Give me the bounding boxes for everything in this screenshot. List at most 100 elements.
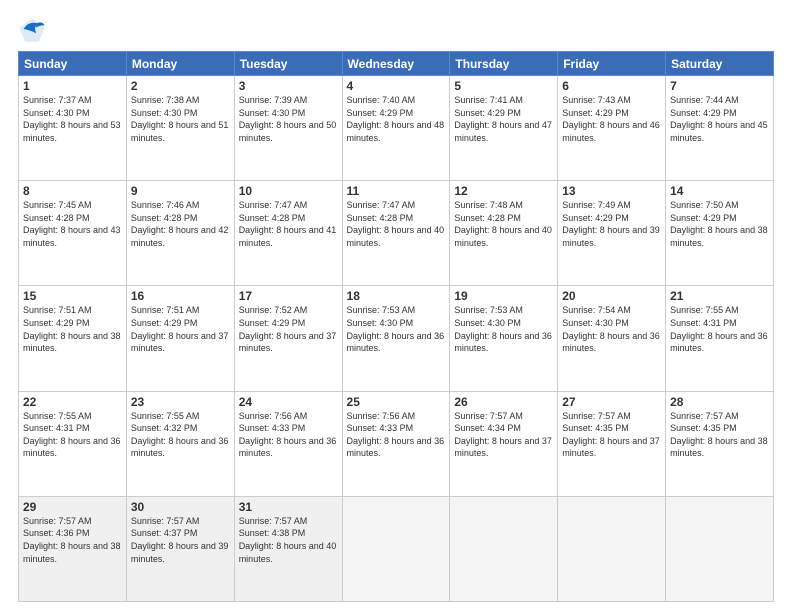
day-info: Sunrise: 7:53 AMSunset: 4:30 PMDaylight:…	[347, 304, 446, 354]
day-number: 17	[239, 289, 338, 303]
calendar-cell: 31Sunrise: 7:57 AMSunset: 4:38 PMDayligh…	[234, 496, 342, 601]
header	[18, 15, 774, 43]
day-number: 2	[131, 79, 230, 93]
calendar-week-row: 1Sunrise: 7:37 AMSunset: 4:30 PMDaylight…	[19, 76, 774, 181]
day-info: Sunrise: 7:57 AMSunset: 4:38 PMDaylight:…	[239, 515, 338, 565]
day-info: Sunrise: 7:45 AMSunset: 4:28 PMDaylight:…	[23, 199, 122, 249]
calendar-cell: 4Sunrise: 7:40 AMSunset: 4:29 PMDaylight…	[342, 76, 450, 181]
day-info: Sunrise: 7:39 AMSunset: 4:30 PMDaylight:…	[239, 94, 338, 144]
calendar-table: SundayMondayTuesdayWednesdayThursdayFrid…	[18, 51, 774, 602]
day-info: Sunrise: 7:57 AMSunset: 4:37 PMDaylight:…	[131, 515, 230, 565]
day-info: Sunrise: 7:41 AMSunset: 4:29 PMDaylight:…	[454, 94, 553, 144]
weekday-header: Sunday	[19, 52, 127, 76]
day-info: Sunrise: 7:40 AMSunset: 4:29 PMDaylight:…	[347, 94, 446, 144]
calendar-cell: 12Sunrise: 7:48 AMSunset: 4:28 PMDayligh…	[450, 181, 558, 286]
calendar-cell: 22Sunrise: 7:55 AMSunset: 4:31 PMDayligh…	[19, 391, 127, 496]
day-number: 24	[239, 395, 338, 409]
calendar-cell: 18Sunrise: 7:53 AMSunset: 4:30 PMDayligh…	[342, 286, 450, 391]
calendar-cell: 27Sunrise: 7:57 AMSunset: 4:35 PMDayligh…	[558, 391, 666, 496]
day-number: 19	[454, 289, 553, 303]
day-number: 16	[131, 289, 230, 303]
day-info: Sunrise: 7:52 AMSunset: 4:29 PMDaylight:…	[239, 304, 338, 354]
day-number: 3	[239, 79, 338, 93]
weekday-header: Wednesday	[342, 52, 450, 76]
day-info: Sunrise: 7:38 AMSunset: 4:30 PMDaylight:…	[131, 94, 230, 144]
calendar-cell: 28Sunrise: 7:57 AMSunset: 4:35 PMDayligh…	[666, 391, 774, 496]
day-number: 20	[562, 289, 661, 303]
calendar-cell	[342, 496, 450, 601]
day-info: Sunrise: 7:54 AMSunset: 4:30 PMDaylight:…	[562, 304, 661, 354]
calendar-cell: 16Sunrise: 7:51 AMSunset: 4:29 PMDayligh…	[126, 286, 234, 391]
day-number: 31	[239, 500, 338, 514]
day-number: 28	[670, 395, 769, 409]
day-number: 5	[454, 79, 553, 93]
day-info: Sunrise: 7:57 AMSunset: 4:35 PMDaylight:…	[562, 410, 661, 460]
day-info: Sunrise: 7:57 AMSunset: 4:35 PMDaylight:…	[670, 410, 769, 460]
calendar-cell	[666, 496, 774, 601]
calendar-cell: 25Sunrise: 7:56 AMSunset: 4:33 PMDayligh…	[342, 391, 450, 496]
day-number: 22	[23, 395, 122, 409]
calendar-cell: 11Sunrise: 7:47 AMSunset: 4:28 PMDayligh…	[342, 181, 450, 286]
calendar-cell: 17Sunrise: 7:52 AMSunset: 4:29 PMDayligh…	[234, 286, 342, 391]
day-number: 21	[670, 289, 769, 303]
calendar-cell: 9Sunrise: 7:46 AMSunset: 4:28 PMDaylight…	[126, 181, 234, 286]
logo	[18, 15, 50, 43]
page: SundayMondayTuesdayWednesdayThursdayFrid…	[0, 0, 792, 612]
calendar-cell: 14Sunrise: 7:50 AMSunset: 4:29 PMDayligh…	[666, 181, 774, 286]
calendar-cell: 30Sunrise: 7:57 AMSunset: 4:37 PMDayligh…	[126, 496, 234, 601]
calendar-cell: 2Sunrise: 7:38 AMSunset: 4:30 PMDaylight…	[126, 76, 234, 181]
calendar-cell: 6Sunrise: 7:43 AMSunset: 4:29 PMDaylight…	[558, 76, 666, 181]
calendar-cell: 10Sunrise: 7:47 AMSunset: 4:28 PMDayligh…	[234, 181, 342, 286]
day-number: 30	[131, 500, 230, 514]
day-number: 6	[562, 79, 661, 93]
calendar-cell: 13Sunrise: 7:49 AMSunset: 4:29 PMDayligh…	[558, 181, 666, 286]
day-info: Sunrise: 7:56 AMSunset: 4:33 PMDaylight:…	[347, 410, 446, 460]
day-number: 23	[131, 395, 230, 409]
day-info: Sunrise: 7:53 AMSunset: 4:30 PMDaylight:…	[454, 304, 553, 354]
calendar-week-row: 29Sunrise: 7:57 AMSunset: 4:36 PMDayligh…	[19, 496, 774, 601]
day-info: Sunrise: 7:55 AMSunset: 4:31 PMDaylight:…	[23, 410, 122, 460]
calendar-week-row: 22Sunrise: 7:55 AMSunset: 4:31 PMDayligh…	[19, 391, 774, 496]
day-number: 8	[23, 184, 122, 198]
day-number: 11	[347, 184, 446, 198]
day-info: Sunrise: 7:48 AMSunset: 4:28 PMDaylight:…	[454, 199, 553, 249]
day-info: Sunrise: 7:55 AMSunset: 4:32 PMDaylight:…	[131, 410, 230, 460]
weekday-header: Friday	[558, 52, 666, 76]
day-number: 14	[670, 184, 769, 198]
calendar-cell: 15Sunrise: 7:51 AMSunset: 4:29 PMDayligh…	[19, 286, 127, 391]
calendar-cell: 20Sunrise: 7:54 AMSunset: 4:30 PMDayligh…	[558, 286, 666, 391]
day-number: 12	[454, 184, 553, 198]
calendar-cell: 21Sunrise: 7:55 AMSunset: 4:31 PMDayligh…	[666, 286, 774, 391]
day-info: Sunrise: 7:44 AMSunset: 4:29 PMDaylight:…	[670, 94, 769, 144]
day-number: 18	[347, 289, 446, 303]
calendar-cell: 23Sunrise: 7:55 AMSunset: 4:32 PMDayligh…	[126, 391, 234, 496]
day-info: Sunrise: 7:49 AMSunset: 4:29 PMDaylight:…	[562, 199, 661, 249]
day-info: Sunrise: 7:43 AMSunset: 4:29 PMDaylight:…	[562, 94, 661, 144]
calendar-cell	[450, 496, 558, 601]
calendar-header-row: SundayMondayTuesdayWednesdayThursdayFrid…	[19, 52, 774, 76]
day-number: 1	[23, 79, 122, 93]
day-number: 29	[23, 500, 122, 514]
calendar-cell: 19Sunrise: 7:53 AMSunset: 4:30 PMDayligh…	[450, 286, 558, 391]
weekday-header: Tuesday	[234, 52, 342, 76]
calendar-cell: 1Sunrise: 7:37 AMSunset: 4:30 PMDaylight…	[19, 76, 127, 181]
day-number: 26	[454, 395, 553, 409]
day-number: 4	[347, 79, 446, 93]
day-number: 9	[131, 184, 230, 198]
weekday-header: Thursday	[450, 52, 558, 76]
day-info: Sunrise: 7:55 AMSunset: 4:31 PMDaylight:…	[670, 304, 769, 354]
calendar-cell: 24Sunrise: 7:56 AMSunset: 4:33 PMDayligh…	[234, 391, 342, 496]
day-number: 13	[562, 184, 661, 198]
day-number: 27	[562, 395, 661, 409]
day-number: 7	[670, 79, 769, 93]
calendar-cell: 26Sunrise: 7:57 AMSunset: 4:34 PMDayligh…	[450, 391, 558, 496]
day-info: Sunrise: 7:47 AMSunset: 4:28 PMDaylight:…	[239, 199, 338, 249]
day-info: Sunrise: 7:56 AMSunset: 4:33 PMDaylight:…	[239, 410, 338, 460]
calendar-cell: 7Sunrise: 7:44 AMSunset: 4:29 PMDaylight…	[666, 76, 774, 181]
day-number: 15	[23, 289, 122, 303]
day-info: Sunrise: 7:47 AMSunset: 4:28 PMDaylight:…	[347, 199, 446, 249]
calendar-week-row: 15Sunrise: 7:51 AMSunset: 4:29 PMDayligh…	[19, 286, 774, 391]
calendar-cell	[558, 496, 666, 601]
day-number: 25	[347, 395, 446, 409]
calendar-cell: 5Sunrise: 7:41 AMSunset: 4:29 PMDaylight…	[450, 76, 558, 181]
